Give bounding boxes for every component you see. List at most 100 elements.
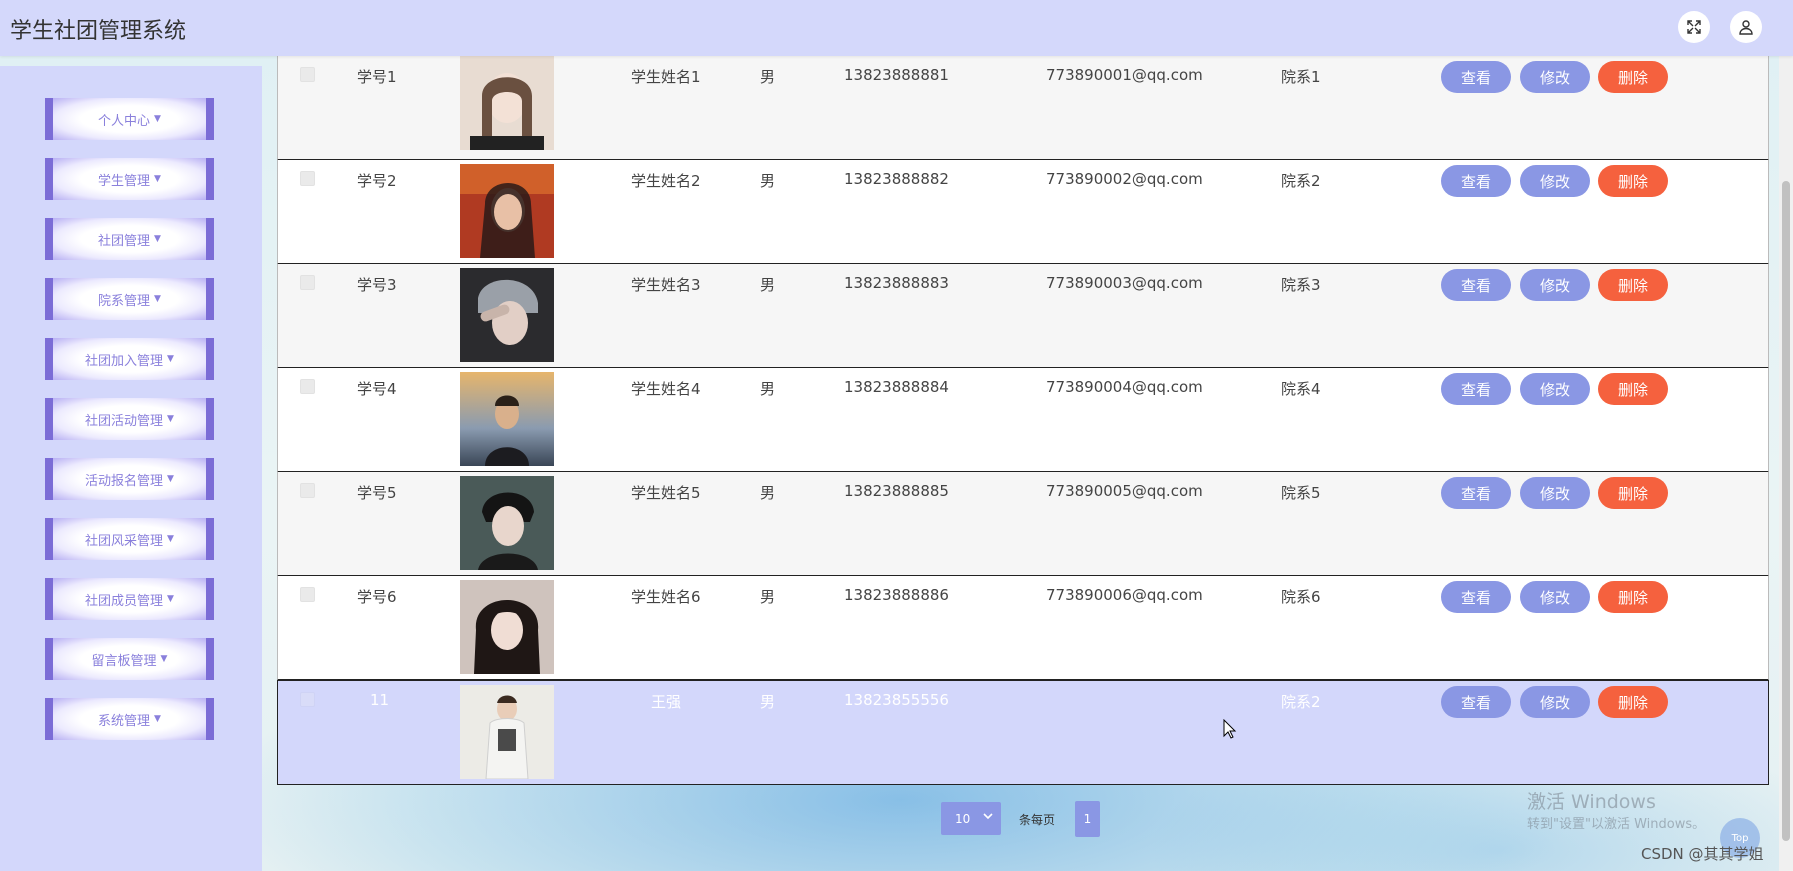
table-row[interactable]: 学号3 学生姓名3 男 13823888883 773890003@qq.com… (277, 264, 1769, 369)
cell-email: 773890002@qq.com (1046, 170, 1203, 188)
table-row[interactable]: 学号4 学生姓名4 男 13823888884 773890004@qq.com… (277, 368, 1769, 473)
cell-student-name: 学生姓名3 (631, 276, 701, 294)
cell-gender: 男 (760, 276, 776, 294)
student-photo (460, 685, 554, 779)
cell-phone: 13823888883 (844, 274, 949, 292)
table-row[interactable]: 学号5 学生姓名5 男 13823888885 773890005@qq.com… (277, 472, 1769, 577)
cell-gender: 男 (760, 588, 776, 606)
delete-button[interactable]: 删除 (1598, 165, 1668, 197)
edit-button[interactable]: 修改 (1520, 477, 1590, 509)
sidebar-item-departments[interactable]: 院系管理 ▼ (45, 278, 214, 320)
cell-student-name: 学生姓名2 (631, 172, 701, 190)
row-checkbox[interactable] (300, 587, 315, 602)
cell-student-name: 王强 (651, 693, 682, 711)
row-checkbox[interactable] (300, 67, 315, 82)
row-checkbox[interactable] (300, 483, 315, 498)
cell-gender: 男 (760, 484, 776, 502)
windows-activation-title: 激活 Windows (1527, 791, 1656, 813)
page-number-button[interactable]: 1 (1075, 801, 1100, 837)
sidebar-item-system[interactable]: 系统管理 ▼ (45, 698, 214, 740)
cell-email: 773890006@qq.com (1046, 586, 1203, 604)
sidebar-item-personal-center[interactable]: 个人中心 ▼ (45, 98, 214, 140)
app-title: 学生社团管理系统 (10, 19, 187, 44)
cell-phone: 13823888885 (844, 482, 949, 500)
edit-button[interactable]: 修改 (1520, 61, 1590, 93)
row-checkbox[interactable] (300, 171, 315, 186)
cell-student-id: 11 (370, 691, 390, 709)
sidebar-item-activity-signups[interactable]: 活动报名管理 ▼ (45, 458, 214, 500)
edit-button[interactable]: 修改 (1520, 686, 1590, 718)
student-photo (460, 372, 554, 466)
delete-button[interactable]: 删除 (1598, 581, 1668, 613)
caret-down-icon: ▼ (154, 114, 161, 124)
sidebar-item-label: 院系管理 (98, 293, 151, 309)
cell-student-name: 学生姓名1 (631, 68, 701, 86)
windows-activation-hint: 转到"设置"以激活 Windows。 (1527, 817, 1706, 832)
delete-button[interactable]: 删除 (1598, 686, 1668, 718)
page-size-select[interactable]: 10 (941, 802, 1001, 835)
cell-email: 773890001@qq.com (1046, 66, 1203, 84)
sidebar-item-clubs[interactable]: 社团管理 ▼ (45, 218, 214, 260)
cell-phone: 13823855556 (844, 691, 949, 709)
view-button[interactable]: 查看 (1441, 581, 1511, 613)
vertical-scrollbar[interactable] (1779, 56, 1793, 871)
cell-student-id: 学号5 (357, 484, 397, 502)
cell-email: 773890004@qq.com (1046, 378, 1203, 396)
top-header: 学生社团管理系统 (0, 0, 1793, 56)
table-row[interactable]: 11 王强 男 13823855556 院系2 查看 修改 删除 (277, 680, 1769, 785)
delete-button[interactable]: 删除 (1598, 373, 1668, 405)
scrollbar-thumb[interactable] (1782, 181, 1790, 841)
csdn-watermark: CSDN @其其学姐 (1641, 845, 1764, 863)
view-button[interactable]: 查看 (1441, 165, 1511, 197)
cell-student-id: 学号6 (357, 588, 397, 606)
table-row[interactable]: 学号1 学生姓名1 男 13823888881 773890001@qq.com… (277, 56, 1769, 161)
caret-down-icon: ▼ (160, 654, 168, 664)
delete-button[interactable]: 删除 (1598, 269, 1668, 301)
cell-email: 773890003@qq.com (1046, 274, 1203, 292)
caret-down-icon: ▼ (154, 174, 161, 184)
view-button[interactable]: 查看 (1441, 61, 1511, 93)
view-button[interactable]: 查看 (1441, 373, 1511, 405)
cell-student-id: 学号4 (357, 380, 397, 398)
fullscreen-button[interactable] (1678, 11, 1710, 43)
view-button[interactable]: 查看 (1441, 477, 1511, 509)
sidebar-item-students[interactable]: 学生管理 ▼ (45, 158, 214, 200)
caret-down-icon: ▼ (154, 714, 161, 724)
cell-student-id: 学号1 (357, 68, 397, 86)
mouse-cursor-icon (1223, 719, 1237, 739)
table-row[interactable]: 学号6 学生姓名6 男 13823888886 773890006@qq.com… (277, 576, 1769, 681)
caret-down-icon: ▼ (167, 534, 174, 544)
sidebar-item-label: 学生管理 (98, 173, 151, 189)
delete-button[interactable]: 删除 (1598, 477, 1668, 509)
cell-department: 院系6 (1281, 588, 1321, 606)
row-checkbox[interactable] (300, 379, 315, 394)
sidebar-item-label: 系统管理 (98, 713, 151, 729)
cell-student-id: 学号3 (357, 276, 397, 294)
table-row[interactable]: 学号2 学生姓名2 男 13823888882 773890002@qq.com… (277, 160, 1769, 265)
edit-button[interactable]: 修改 (1520, 269, 1590, 301)
cell-department: 院系2 (1281, 693, 1321, 711)
caret-down-icon: ▼ (154, 294, 161, 304)
sidebar-item-club-members[interactable]: 社团成员管理 ▼ (45, 578, 214, 620)
cell-student-name: 学生姓名6 (631, 588, 701, 606)
edit-button[interactable]: 修改 (1520, 165, 1590, 197)
edit-button[interactable]: 修改 (1520, 581, 1590, 613)
row-checkbox[interactable] (300, 692, 315, 707)
delete-button[interactable]: 删除 (1598, 61, 1668, 93)
sidebar-item-club-joins[interactable]: 社团加入管理 ▼ (45, 338, 214, 380)
caret-down-icon: ▼ (167, 354, 174, 364)
page-size-value: 10 (955, 811, 971, 826)
sidebar-item-club-showcase[interactable]: 社团风采管理 ▼ (45, 518, 214, 560)
row-checkbox[interactable] (300, 275, 315, 290)
cell-department: 院系5 (1281, 484, 1321, 502)
page-size-label: 条每页 (1019, 813, 1056, 827)
view-button[interactable]: 查看 (1441, 686, 1511, 718)
sidebar-item-message-board[interactable]: 留言板管理 ▼ (45, 638, 214, 680)
student-photo (460, 164, 554, 258)
cell-phone: 13823888886 (844, 586, 949, 604)
user-button[interactable] (1730, 11, 1762, 43)
sidebar-item-club-activities[interactable]: 社团活动管理 ▼ (45, 398, 214, 440)
cell-student-id: 学号2 (357, 172, 397, 190)
view-button[interactable]: 查看 (1441, 269, 1511, 301)
edit-button[interactable]: 修改 (1520, 373, 1590, 405)
